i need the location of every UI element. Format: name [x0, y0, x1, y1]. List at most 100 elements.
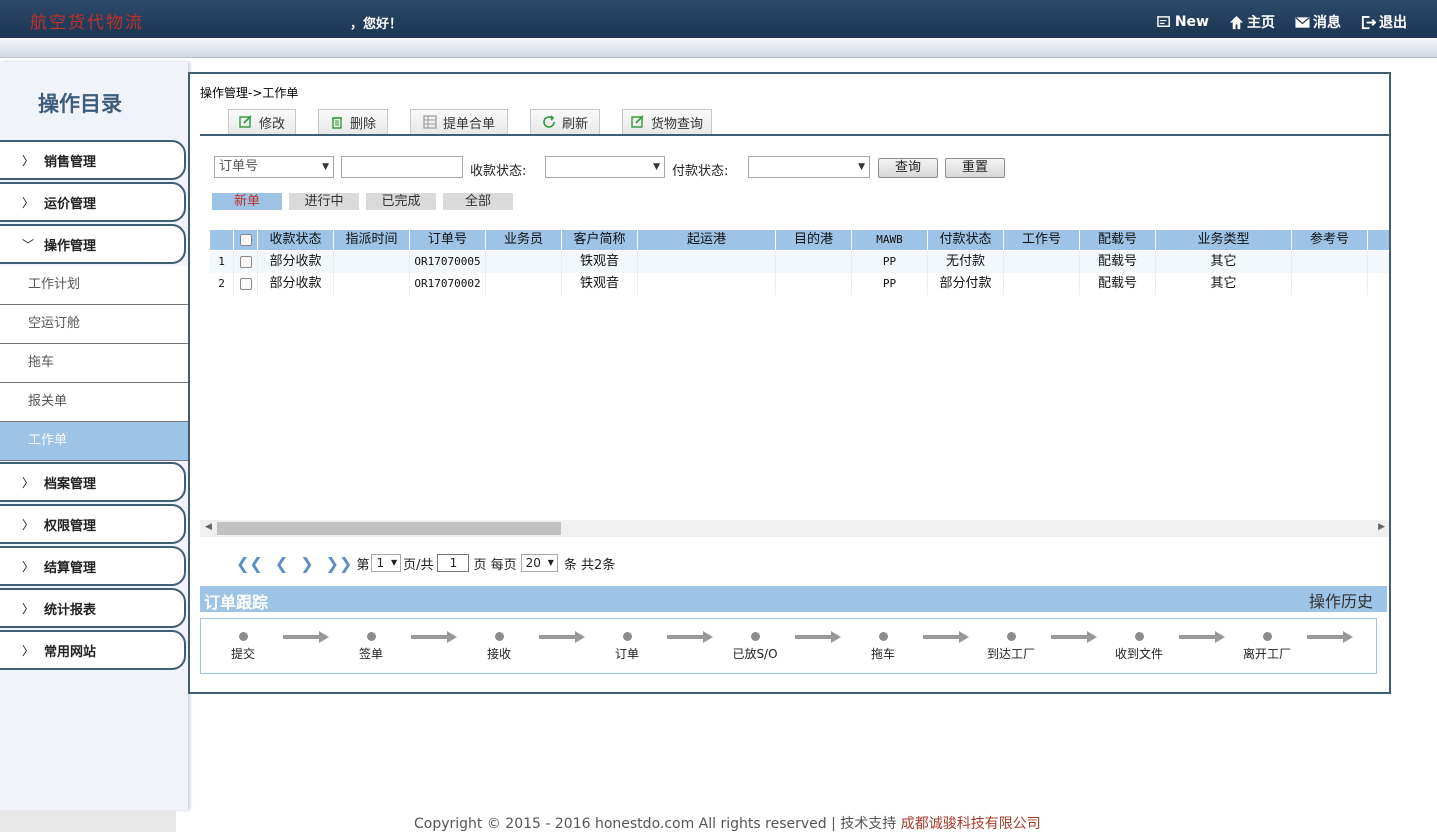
- salesperson-cell: [486, 273, 562, 295]
- refresh-button[interactable]: 刷新: [530, 109, 600, 134]
- column-header[interactable]: 业务员: [486, 230, 562, 250]
- row-checkbox[interactable]: [239, 277, 252, 290]
- delete-button[interactable]: 删除: [318, 109, 388, 134]
- work-order-table: 收款状态 指派时间 订单号 业务员 客户简称 起运港 目的港 MAWB 付款状态…: [210, 230, 1389, 520]
- company-link[interactable]: 成都诚骏科技有限公司: [901, 816, 1041, 832]
- step-label: 已放S/O: [732, 647, 778, 661]
- cargo-query-button[interactable]: 货物查询: [622, 109, 712, 134]
- column-header[interactable]: 参考号: [1292, 230, 1368, 250]
- flow-arrow-icon: [667, 631, 713, 643]
- menu-freight-rates[interactable]: 〉运价管理: [0, 182, 186, 222]
- column-header[interactable]: 起运港: [638, 230, 776, 250]
- column-header[interactable]: 目的港: [776, 230, 852, 250]
- top-nav: New 主页 消息 退出: [1157, 12, 1407, 32]
- page-size-value: 20: [525, 556, 541, 570]
- scroll-right-arrow-icon[interactable]: ▶: [1378, 522, 1385, 532]
- menu-archives[interactable]: 〉档案管理: [0, 462, 186, 502]
- reset-button[interactable]: 重置: [945, 158, 1005, 178]
- nav-messages-label: 消息: [1313, 15, 1341, 31]
- copyright-text: Copyright © 2015 - 2016 honestdo.com All…: [414, 816, 897, 832]
- step-dot-icon: [1007, 632, 1016, 641]
- payment-status-cell: 无付款: [928, 251, 1004, 273]
- cargo-query-button-label: 货物查询: [650, 116, 703, 132]
- sidebar-item-air-booking[interactable]: 空运订舱: [0, 305, 188, 344]
- table-row[interactable]: 1 部分收款 OR17070005 铁观音 PP 无付款 配载号 其它: [210, 251, 1389, 273]
- receipt-status-select[interactable]: ▼: [545, 156, 665, 178]
- tab-new-orders[interactable]: 新单: [212, 193, 282, 210]
- flow-arrow-icon: [1179, 631, 1225, 643]
- logout-icon: [1361, 15, 1376, 29]
- column-header[interactable]: 配载号: [1080, 230, 1156, 250]
- sidebar-item-work-order[interactable]: 工作单: [0, 422, 188, 461]
- scrollbar-thumb[interactable]: [217, 522, 561, 535]
- payment-status-select[interactable]: ▼: [748, 156, 870, 178]
- last-page-icon[interactable]: ❯❯: [326, 554, 353, 573]
- column-header[interactable]: 客户简称: [562, 230, 638, 250]
- horizontal-scrollbar[interactable]: ◀ ▶: [200, 520, 1389, 537]
- page-footer: Copyright © 2015 - 2016 honestdo.com All…: [414, 813, 1041, 833]
- search-field-select[interactable]: 订单号 ▼: [214, 156, 334, 178]
- step-dot-icon: [623, 632, 632, 641]
- menu-websites[interactable]: 〉常用网站: [0, 630, 186, 670]
- operation-history-link[interactable]: 操作历史: [1309, 588, 1373, 612]
- menu-settlement[interactable]: 〉结算管理: [0, 546, 186, 586]
- select-all-checkbox[interactable]: [239, 233, 252, 246]
- receipt-status-cell: 部分收款: [258, 251, 334, 273]
- row-number: 1: [210, 251, 234, 273]
- dropdown-arrow-icon: ▼: [322, 162, 329, 172]
- menu-reports[interactable]: 〉统计报表: [0, 588, 186, 628]
- column-header[interactable]: 指派时间: [334, 230, 410, 250]
- total-pages-field[interactable]: 1: [437, 554, 470, 572]
- search-input[interactable]: [341, 156, 463, 178]
- tab-in-progress[interactable]: 进行中: [289, 193, 359, 210]
- edit-button[interactable]: 修改: [228, 109, 296, 134]
- payment-status-cell: 部分付款: [928, 273, 1004, 295]
- step-label: 提交: [230, 647, 255, 661]
- main-panel: 操作管理->工作单 修改 删除 提单合单 刷新 货物查询 订单号 ▼ 收款状态: …: [188, 72, 1391, 694]
- chevron-right-icon: 〉: [22, 153, 35, 168]
- query-button[interactable]: 查询: [878, 158, 938, 178]
- table-row[interactable]: 2 部分收款 OR17070002 铁观音 PP 部分付款 配载号 其它: [210, 273, 1389, 295]
- nav-new[interactable]: New: [1157, 12, 1209, 32]
- page-size-select[interactable]: 20 ▼: [520, 554, 558, 572]
- flow-arrow-icon: [539, 631, 585, 643]
- first-page-icon[interactable]: ❮❮: [236, 554, 263, 573]
- chevron-right-icon: 〉: [22, 601, 35, 616]
- column-header[interactable]: MAWB: [852, 230, 928, 250]
- tab-all[interactable]: 全部: [443, 193, 513, 210]
- next-page-icon[interactable]: ❯: [300, 554, 313, 573]
- menu-permissions-label: 权限管理: [44, 518, 97, 534]
- menu-freight-rates-label: 运价管理: [44, 196, 97, 212]
- step-dot-icon: [367, 632, 376, 641]
- sidebar-item-customs[interactable]: 报关单: [0, 383, 188, 422]
- merge-icon: [423, 115, 437, 129]
- nav-logout[interactable]: 退出: [1361, 12, 1407, 32]
- nav-messages[interactable]: 消息: [1295, 12, 1341, 32]
- tab-completed[interactable]: 已完成: [366, 193, 436, 210]
- menu-sales[interactable]: 〉销售管理: [0, 140, 186, 180]
- chevron-right-icon: 〉: [22, 475, 35, 490]
- app-logo: 航空货代物流: [30, 13, 144, 33]
- merge-bill-button[interactable]: 提单合单: [410, 109, 508, 134]
- nav-home[interactable]: 主页: [1229, 12, 1275, 32]
- loading-number-cell: 配载号: [1080, 273, 1156, 295]
- row-checkbox[interactable]: [239, 255, 252, 268]
- menu-operations[interactable]: ﹀ 操作管理: [0, 224, 186, 264]
- column-header[interactable]: 付款状态: [928, 230, 1004, 250]
- column-header[interactable]: 工作号: [1004, 230, 1080, 250]
- pager-count-label: 条 共2条: [563, 557, 616, 573]
- prev-page-icon[interactable]: ❮: [275, 554, 288, 573]
- scroll-left-arrow-icon[interactable]: ◀: [205, 522, 212, 532]
- dropdown-arrow-icon: ▼: [858, 162, 865, 172]
- column-header[interactable]: 订单号: [410, 230, 486, 250]
- destination-port-cell: [776, 273, 852, 295]
- sidebar-item-work-plan[interactable]: 工作计划: [0, 266, 188, 305]
- page-select[interactable]: 1 ▼: [371, 554, 402, 572]
- sidebar-item-trucking[interactable]: 拖车: [0, 344, 188, 383]
- order-number-cell: OR17070005: [410, 251, 486, 273]
- order-number-cell: OR17070002: [410, 273, 486, 295]
- column-header[interactable]: 业务类型: [1156, 230, 1292, 250]
- column-header[interactable]: 收款状态: [258, 230, 334, 250]
- step-dot-icon: [1263, 632, 1272, 641]
- menu-permissions[interactable]: 〉权限管理: [0, 504, 186, 544]
